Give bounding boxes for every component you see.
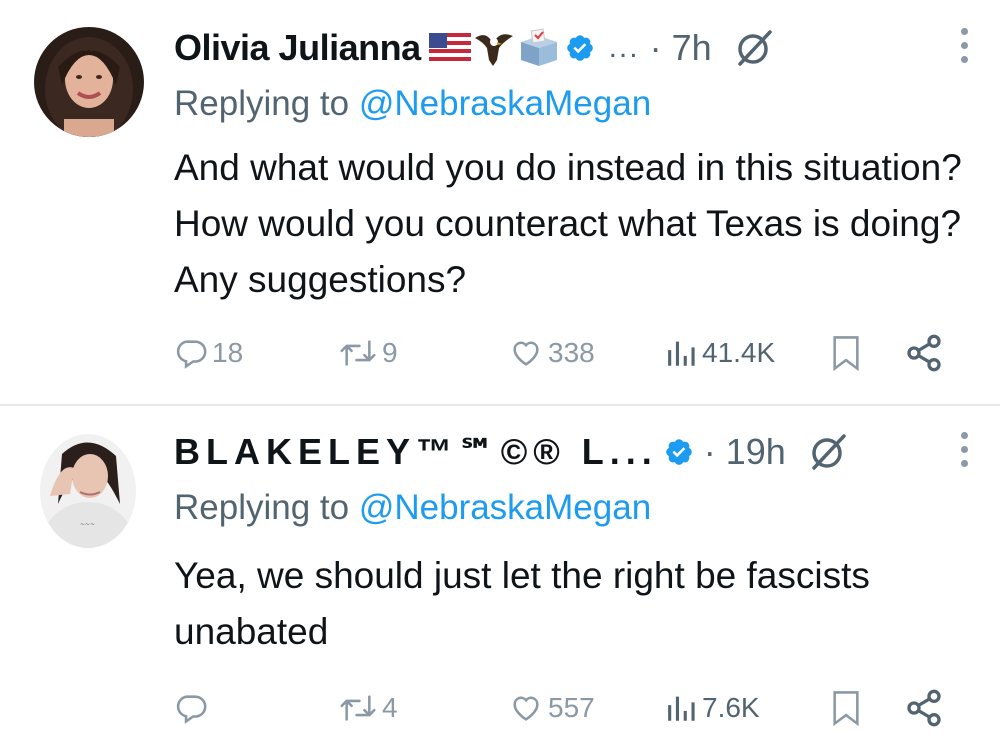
name-emojis — [428, 28, 559, 68]
display-name[interactable]: Olivia Julianna — [174, 27, 421, 69]
bookmark-button[interactable] — [829, 331, 863, 375]
svg-text:~~~: ~~~ — [80, 521, 95, 528]
bookmark-icon — [833, 336, 859, 372]
tweet-text: Yea, we should just let the right be fas… — [174, 555, 870, 652]
like-count: 338 — [548, 337, 595, 368]
views-icon — [668, 696, 695, 721]
retweet-count: 9 — [382, 337, 398, 368]
action-bar: 18 9 338 41.4K — [174, 331, 954, 375]
reply-count: 18 — [212, 337, 244, 368]
tweet-olivia-julianna[interactable]: Olivia Julianna ... · 7h Replying to @Ne… — [0, 0, 1000, 404]
share-button[interactable] — [904, 331, 944, 375]
bookmark-button[interactable] — [829, 686, 863, 730]
views-button[interactable]: 7.6K — [664, 686, 760, 730]
avatar[interactable] — [34, 27, 144, 137]
retweet-icon — [340, 695, 376, 721]
ballot-box-icon — [520, 28, 557, 66]
grok-icon[interactable] — [808, 432, 848, 472]
share-icon — [907, 689, 941, 727]
retweet-button[interactable]: 4 — [338, 686, 398, 730]
reply-icon — [176, 340, 207, 369]
more-options-icon[interactable] — [961, 432, 968, 467]
tweet-header: BLAKELEY™℠©® L... · 19h — [174, 426, 968, 478]
avatar[interactable]: ~~~ — [40, 434, 136, 548]
reply-icon — [176, 695, 207, 724]
view-count: 7.6K — [702, 692, 760, 723]
like-button[interactable]: 557 — [508, 686, 595, 730]
share-button[interactable] — [904, 686, 944, 730]
retweet-button[interactable]: 9 — [338, 331, 398, 375]
view-count: 41.4K — [702, 337, 776, 368]
replying-to-label: Replying to — [174, 84, 359, 123]
retweet-icon — [340, 340, 376, 366]
verified-badge-icon — [664, 437, 694, 467]
share-icon — [907, 334, 941, 372]
action-bar: 4 557 7.6K — [174, 686, 954, 730]
heart-icon — [513, 696, 539, 721]
heart-icon — [513, 341, 539, 366]
reply-handle-link[interactable]: @NebraskaMegan — [359, 84, 651, 123]
us-flag-icon — [428, 33, 471, 63]
retweet-count: 4 — [382, 692, 398, 723]
views-icon — [668, 341, 695, 366]
replying-to: Replying to @NebraskaMegan — [174, 488, 651, 528]
verified-badge-icon — [565, 33, 595, 63]
name-overflow: ... — [608, 31, 640, 64]
tweet-text: And what would you do instead in this si… — [174, 147, 962, 300]
views-button[interactable]: 41.4K — [664, 331, 775, 375]
like-button[interactable]: 338 — [508, 331, 595, 375]
replying-to-label: Replying to — [174, 488, 359, 527]
bookmark-icon — [833, 691, 859, 727]
tweet-blakeley[interactable]: ~~~ BLAKELEY™℠©® L... · 19h Replying to … — [0, 406, 1000, 753]
eagle-icon — [474, 34, 513, 66]
reply-button[interactable] — [174, 686, 212, 730]
timestamp[interactable]: · 19h — [704, 431, 786, 473]
like-count: 557 — [548, 692, 595, 723]
grok-icon[interactable] — [734, 28, 774, 68]
reply-button[interactable]: 18 — [174, 331, 243, 375]
reply-handle-link[interactable]: @NebraskaMegan — [359, 488, 651, 527]
timestamp[interactable]: · 7h — [650, 27, 712, 69]
replying-to: Replying to @NebraskaMegan — [174, 84, 651, 124]
tweet-header: Olivia Julianna ... · 7h — [174, 22, 968, 74]
display-name[interactable]: BLAKELEY™℠©® L... — [174, 431, 658, 473]
more-options-icon[interactable] — [961, 28, 968, 63]
